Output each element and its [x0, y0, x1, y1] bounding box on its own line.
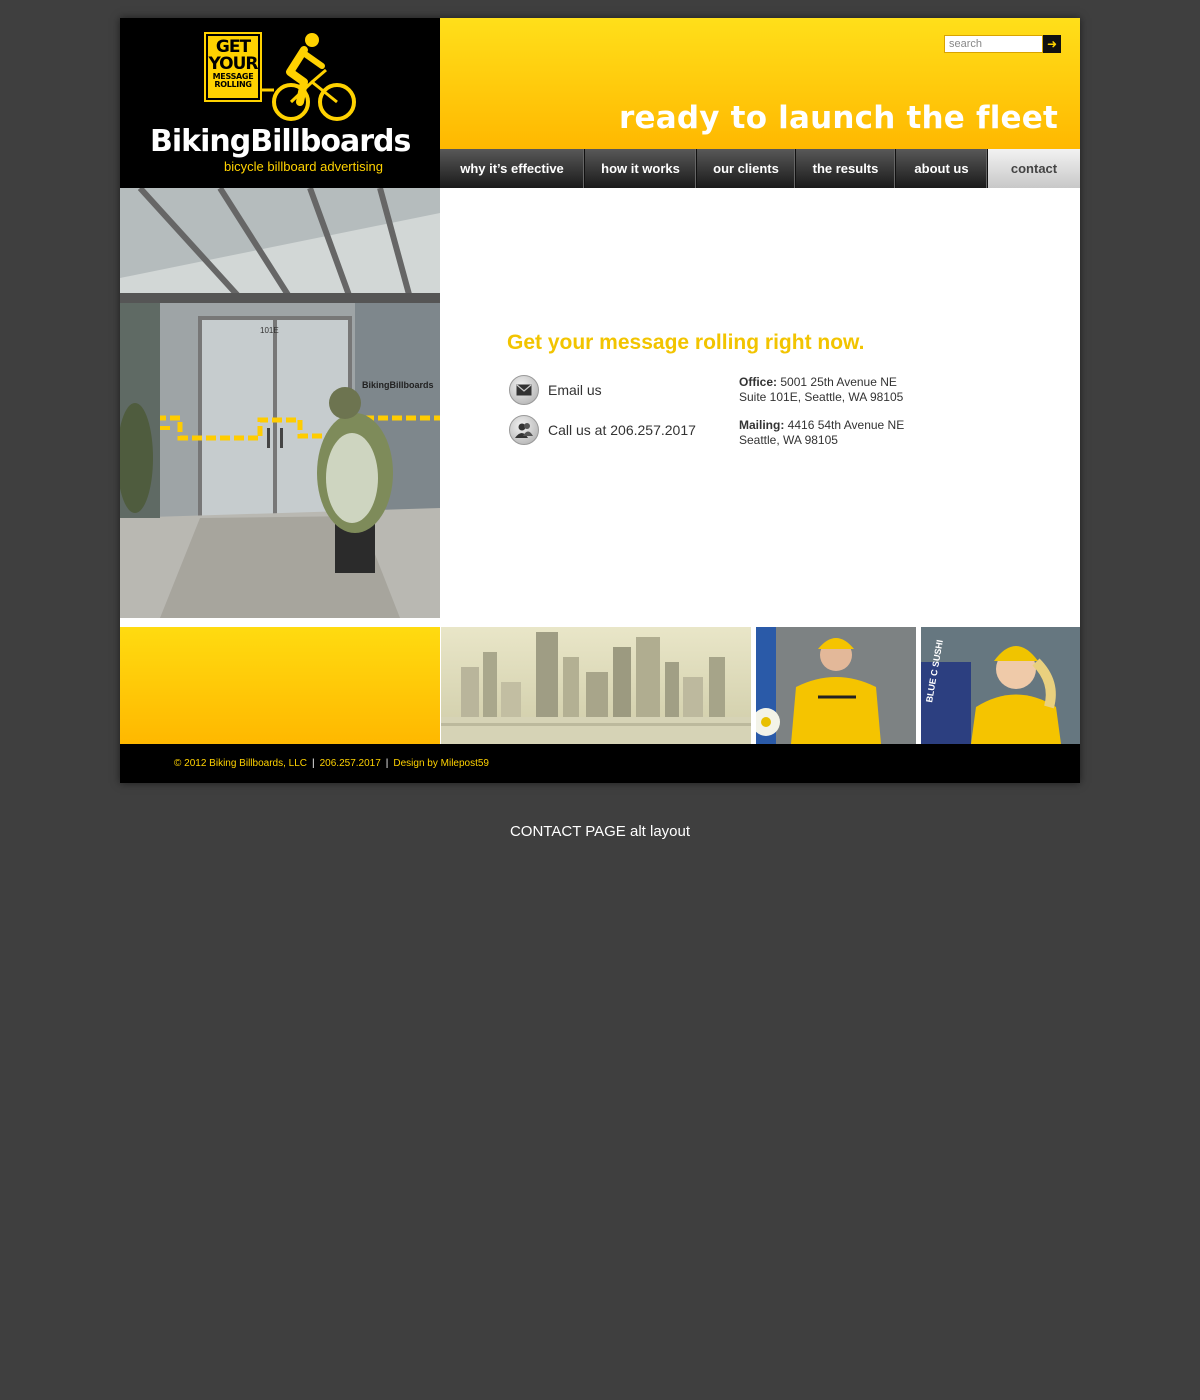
- nav-item-the-results[interactable]: the results: [796, 149, 896, 188]
- search-submit-button[interactable]: ➜: [1043, 35, 1061, 53]
- nav-item-why-effective[interactable]: why it’s effective: [440, 149, 585, 188]
- rider-photo-1: [756, 627, 916, 744]
- nav-item-contact[interactable]: contact: [988, 149, 1080, 188]
- seattle-skyline-photo: [441, 627, 751, 744]
- office-entrance-photo: 101E BikingBillboards: [120, 188, 440, 618]
- call-us-label: Call us at 206.257.2017: [548, 422, 696, 438]
- door-sign: 101E: [260, 326, 279, 335]
- photo-strip: BLUE C SUSHI: [120, 627, 1080, 744]
- contact-headline: Get your message rolling right now.: [507, 331, 865, 354]
- envelope-icon: [509, 375, 539, 405]
- logo-tagline: bicycle billboard advertising: [224, 159, 383, 174]
- nav-item-about-us[interactable]: about us: [896, 149, 988, 188]
- footer: © 2012 Biking Billboards, LLC | 206.257.20…: [120, 744, 1080, 783]
- logo-name: BikingBillboards: [150, 124, 411, 159]
- search-input[interactable]: search: [944, 35, 1043, 53]
- storefront-illustration: 101E BikingBillboards: [120, 188, 440, 618]
- page-caption: CONTACT PAGE alt layout: [509, 823, 691, 840]
- email-us-link[interactable]: Email us: [509, 375, 602, 405]
- yellow-panel: [120, 627, 440, 744]
- nav-item-how-it-works[interactable]: how it works: [585, 149, 697, 188]
- people-icon: [509, 415, 539, 445]
- footer-design-credit-link[interactable]: Design by Milepost59: [393, 758, 489, 769]
- email-us-label: Email us: [548, 382, 602, 398]
- footer-phone: 206.257.2017: [319, 758, 381, 769]
- main-nav: why it’s effective how it works our clie…: [440, 149, 1080, 188]
- arrow-right-icon: ➜: [1046, 37, 1058, 51]
- window-logo: BikingBillboards: [362, 380, 434, 390]
- header-banner: search ➜ ready to launch the fleet: [440, 18, 1080, 149]
- banner-tagline: ready to launch the fleet: [619, 100, 1058, 136]
- office-address: Office: 5001 25th Avenue NE Suite 101E, …: [739, 375, 904, 404]
- footer-copyright: © 2012 Biking Billboards, LLC: [174, 758, 307, 769]
- nav-item-our-clients[interactable]: our clients: [697, 149, 796, 188]
- page-container: GET YOUR MESSAGE ROLLING BikingBillboard…: [120, 18, 1080, 783]
- rider-photo-2: BLUE C SUSHI: [921, 627, 1080, 744]
- call-us-link[interactable]: Call us at 206.257.2017: [509, 415, 696, 445]
- logo-sign: GET YOUR MESSAGE ROLLING: [204, 32, 262, 102]
- mailing-address: Mailing: 4416 54th Avenue NE Seattle, WA…: [739, 418, 905, 447]
- logo[interactable]: GET YOUR MESSAGE ROLLING BikingBillboard…: [120, 18, 440, 188]
- cyclist-icon: [262, 33, 356, 121]
